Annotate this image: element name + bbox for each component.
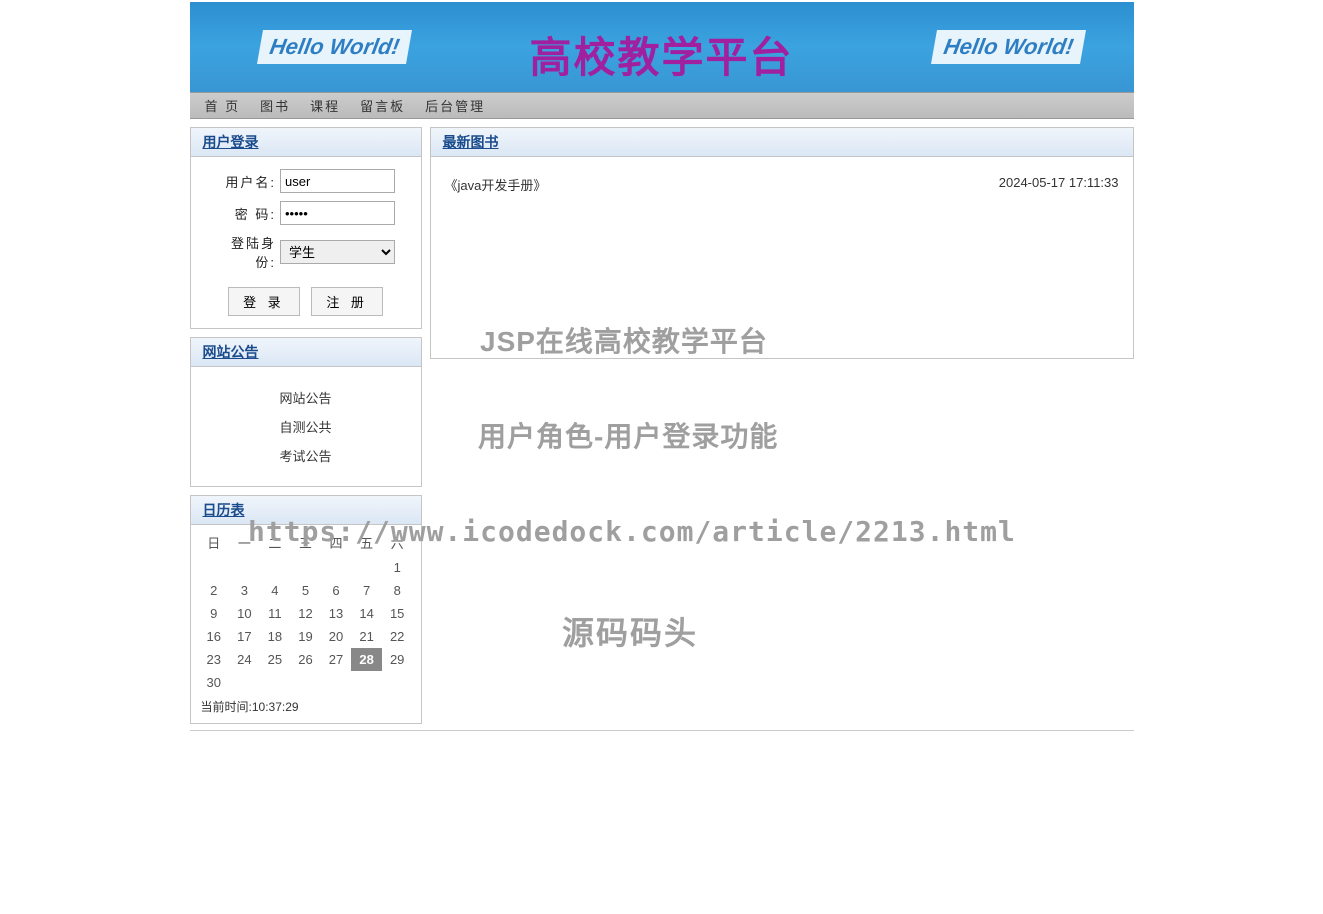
calendar-table: 日一二三四五六 12345678910111213141516171819202… (199, 529, 413, 694)
calendar-day[interactable]: 30 (199, 671, 230, 694)
calendar-day[interactable]: 25 (260, 648, 291, 671)
notice-panel: 网站公告 网站公告 自测公共 考试公告 (190, 337, 422, 487)
calendar-panel: 日历表 日一二三四五六 1234567891011121314151617181… (190, 495, 422, 724)
nav-books[interactable]: 图书 (250, 96, 300, 115)
role-select[interactable]: 学生 (280, 240, 395, 264)
calendar-day (199, 556, 230, 579)
book-date: 2024-05-17 17:11:33 (999, 175, 1119, 194)
calendar-day[interactable]: 26 (290, 648, 321, 671)
calendar-weekday: 二 (260, 529, 291, 556)
password-input[interactable] (280, 201, 395, 225)
calendar-day[interactable]: 7 (351, 579, 382, 602)
calendar-day (321, 671, 352, 694)
calendar-weekday: 一 (229, 529, 260, 556)
notice-item-2[interactable]: 自测公共 (191, 412, 421, 441)
calendar-day[interactable]: 11 (260, 602, 291, 625)
calendar-weekday: 五 (351, 529, 382, 556)
time-label: 当前时间: (201, 700, 252, 714)
calendar-day[interactable]: 28 (351, 648, 382, 671)
calendar-day (229, 556, 260, 579)
username-input[interactable] (280, 169, 395, 193)
calendar-day[interactable]: 12 (290, 602, 321, 625)
role-label: 登陆身份: (216, 233, 276, 271)
calendar-day[interactable]: 13 (321, 602, 352, 625)
calendar-weekday: 六 (382, 529, 413, 556)
time-value: 10:37:29 (252, 700, 299, 714)
nav-courses[interactable]: 课程 (300, 96, 350, 115)
calendar-day[interactable]: 4 (260, 579, 291, 602)
book-title: 《java开发手册》 (445, 175, 547, 194)
calendar-day[interactable]: 24 (229, 648, 260, 671)
login-header: 用户登录 (191, 128, 421, 157)
calendar-header: 日历表 (191, 496, 421, 525)
footer-divider (190, 730, 1134, 731)
calendar-day[interactable]: 20 (321, 625, 352, 648)
calendar-day[interactable]: 17 (229, 625, 260, 648)
notice-item-3[interactable]: 考试公告 (191, 441, 421, 470)
calendar-day[interactable]: 19 (290, 625, 321, 648)
calendar-day[interactable]: 29 (382, 648, 413, 671)
calendar-day[interactable]: 9 (199, 602, 230, 625)
username-label: 用户名: (216, 172, 276, 191)
calendar-day[interactable]: 22 (382, 625, 413, 648)
calendar-day[interactable]: 18 (260, 625, 291, 648)
calendar-day (321, 556, 352, 579)
calendar-day[interactable]: 5 (290, 579, 321, 602)
calendar-weekday: 日 (199, 529, 230, 556)
hello-world-right: Hello World! (931, 30, 1086, 64)
calendar-day (260, 556, 291, 579)
calendar-day (229, 671, 260, 694)
calendar-day[interactable]: 8 (382, 579, 413, 602)
banner: Hello World! 高校教学平台 Hello World! (190, 0, 1134, 92)
book-row[interactable]: 《java开发手册》 2024-05-17 17:11:33 (431, 157, 1133, 212)
calendar-day[interactable]: 1 (382, 556, 413, 579)
calendar-day (260, 671, 291, 694)
banner-title: 高校教学平台 (529, 24, 793, 85)
password-label: 密 码: (216, 204, 276, 223)
calendar-weekday: 三 (290, 529, 321, 556)
nav-home[interactable]: 首 页 (195, 96, 251, 115)
calendar-day[interactable]: 16 (199, 625, 230, 648)
calendar-day[interactable]: 23 (199, 648, 230, 671)
calendar-day[interactable]: 3 (229, 579, 260, 602)
calendar-day (351, 556, 382, 579)
books-header: 最新图书 (431, 128, 1133, 157)
calendar-day (290, 671, 321, 694)
login-button[interactable]: 登 录 (228, 287, 300, 316)
register-button[interactable]: 注 册 (311, 287, 383, 316)
calendar-day[interactable]: 2 (199, 579, 230, 602)
calendar-day[interactable]: 6 (321, 579, 352, 602)
calendar-weekday: 四 (321, 529, 352, 556)
calendar-day[interactable]: 27 (321, 648, 352, 671)
calendar-day (351, 671, 382, 694)
calendar-day (382, 671, 413, 694)
nav-board[interactable]: 留言板 (350, 96, 415, 115)
books-panel: 最新图书 《java开发手册》 2024-05-17 17:11:33 (430, 127, 1134, 359)
calendar-day (290, 556, 321, 579)
calendar-day[interactable]: 10 (229, 602, 260, 625)
calendar-day[interactable]: 15 (382, 602, 413, 625)
notice-header: 网站公告 (191, 338, 421, 367)
notice-item-1[interactable]: 网站公告 (191, 383, 421, 412)
nav-admin[interactable]: 后台管理 (415, 96, 495, 115)
login-panel: 用户登录 用户名: 密 码: 登陆身份: 学生 (190, 127, 422, 329)
main-nav: 首 页 图书 课程 留言板 后台管理 (190, 92, 1134, 119)
calendar-day[interactable]: 21 (351, 625, 382, 648)
calendar-day[interactable]: 14 (351, 602, 382, 625)
hello-world-left: Hello World! (257, 30, 412, 64)
